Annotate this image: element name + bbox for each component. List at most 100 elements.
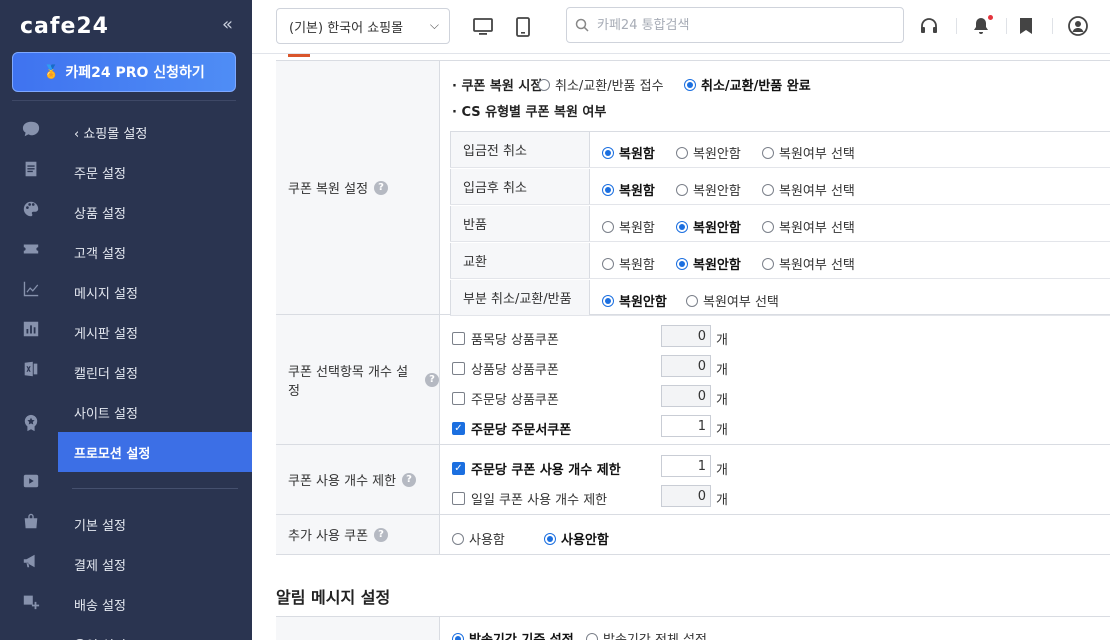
menu-item-calendar-settings[interactable]: 캘린더 설정	[58, 352, 252, 392]
per-order-usage-limit-count[interactable]	[661, 455, 711, 477]
header-separator	[1052, 18, 1053, 34]
exchange-restore-radio[interactable]: 복원함	[602, 254, 655, 273]
return-choose-radio[interactable]: 복원여부 선택	[762, 217, 855, 236]
menu-item-promotion-settings[interactable]: 프로모션 설정	[58, 432, 252, 472]
analytics-bar-icon[interactable]	[22, 320, 40, 338]
store-bag-icon[interactable]	[22, 512, 40, 530]
after-payment-restore-radio[interactable]: 복원함	[602, 180, 655, 199]
notification-period-all-radio[interactable]: 발송기간 전체 설정	[586, 629, 707, 640]
pro-medal-icon[interactable]	[22, 414, 40, 432]
design-palette-icon[interactable]	[22, 200, 40, 218]
exchange-choose-radio[interactable]: 복원여부 선택	[762, 254, 855, 273]
before-payment-choose-radio[interactable]: 복원여부 선택	[762, 143, 855, 162]
after-payment-choose-radio[interactable]: 복원여부 선택	[762, 180, 855, 199]
menu-item-board-settings[interactable]: 게시판 설정	[58, 312, 252, 352]
chevron-left-icon: ‹	[74, 127, 84, 142]
partial-choose-radio[interactable]: 복원여부 선택	[686, 291, 779, 310]
orders-icon[interactable]	[22, 160, 40, 178]
menu-item-payment-settings[interactable]: 결제 설정	[58, 544, 252, 584]
extra-coupon-row: 추가 사용 쿠폰? 사용함 사용안함	[276, 515, 1110, 555]
collapse-sidebar-button[interactable]: «	[222, 14, 233, 35]
after-payment-no-restore-radio[interactable]: 복원안함	[676, 180, 741, 199]
help-icon[interactable]: ?	[425, 372, 439, 387]
per-order-order-coupon-checkbox[interactable]: 주문당 주문서쿠폰	[452, 419, 571, 438]
menu-item-site-settings[interactable]: 사이트 설정	[58, 392, 252, 432]
menu-divider	[72, 488, 238, 489]
mobile-device-icon[interactable]	[512, 16, 534, 38]
help-icon[interactable]: ?	[402, 472, 417, 487]
before-payment-no-restore-radio[interactable]: 복원안함	[676, 143, 741, 162]
notification-dot	[988, 15, 993, 20]
per-product-product-coupon-count[interactable]	[661, 355, 711, 377]
extra-coupon-no-use-radio[interactable]: 사용안함	[544, 529, 609, 548]
chat-icon[interactable]	[22, 120, 40, 138]
coupon-limit-label: 쿠폰 사용 개수 제한?	[276, 445, 440, 514]
cs-restore-title: · CS 유형별 쿠폰 복원 여부	[452, 105, 607, 120]
sidebar: cafe24 « 🏅 카페24 PRO 신청하기 ‹ 쇼핑몰 설정 주문 설정 …	[0, 0, 252, 640]
shop-select-value: (기본) 한국어 쇼핑몰	[289, 20, 404, 36]
return-restore-radio[interactable]: 복원함	[602, 217, 655, 236]
cs-row-before-payment-cancel: 입금전 취소 복원함 복원안함 복원여부 선택	[450, 132, 1110, 168]
menu-item-message-settings[interactable]: 메시지 설정	[58, 272, 252, 312]
extra-coupon-use-radio[interactable]: 사용함	[452, 529, 505, 548]
header-separator	[956, 18, 957, 34]
menu-item-basic-settings[interactable]: 기본 설정	[58, 504, 252, 544]
bookmark-icon[interactable]	[1015, 15, 1037, 37]
menu-item-product-settings[interactable]: 상품 설정	[58, 192, 252, 232]
exchange-no-restore-radio[interactable]: 복원안함	[676, 254, 741, 273]
chevron-down-icon: ⌵	[429, 18, 439, 32]
menu-item-order-settings[interactable]: 주문 설정	[58, 152, 252, 192]
pc-monitor-icon[interactable]	[472, 16, 494, 38]
menu-item-shipping-settings[interactable]: 배송 설정	[58, 584, 252, 624]
cs-row-return: 반품 복원함 복원안함 복원여부 선택	[450, 206, 1110, 242]
header-separator	[1006, 18, 1007, 34]
excel-icon[interactable]	[22, 360, 40, 378]
stats-line-icon[interactable]	[22, 280, 40, 298]
global-search-input[interactable]	[597, 17, 887, 33]
help-icon[interactable]: ?	[374, 180, 389, 195]
shop-select-dropdown[interactable]: (기본) 한국어 쇼핑몰 ⌵	[276, 8, 450, 44]
menu-item-customer-settings[interactable]: 고객 설정	[58, 232, 252, 272]
pro-apply-label: 카페24 PRO 신청하기	[65, 65, 205, 81]
sidebar-divider	[12, 100, 236, 101]
notification-settings-table: 발송기간 기준 설정 발송기간 전체 설정	[276, 616, 1110, 640]
youtube-icon[interactable]	[22, 472, 40, 490]
coupon-restore-label: 쿠폰 복원 설정?	[276, 61, 440, 314]
back-to-shop-settings[interactable]: ‹ 쇼핑몰 설정	[74, 123, 147, 142]
menu-item-operation-settings[interactable]: 운영 설정	[58, 624, 252, 640]
global-search-box[interactable]	[566, 7, 904, 43]
app-add-icon[interactable]	[22, 592, 40, 610]
per-order-product-coupon-checkbox[interactable]: 주문당 상품쿠폰	[452, 389, 559, 408]
cs-row-exchange: 교환 복원함 복원안함 복원여부 선택	[450, 243, 1110, 279]
daily-usage-limit-checkbox[interactable]: 일일 쿠폰 사용 개수 제한	[452, 489, 607, 508]
extra-coupon-label: 추가 사용 쿠폰?	[276, 515, 440, 554]
help-icon[interactable]: ?	[374, 527, 389, 542]
notification-period-label	[276, 617, 440, 640]
per-order-order-coupon-count[interactable]	[661, 415, 711, 437]
megaphone-icon[interactable]	[22, 552, 40, 570]
per-item-product-coupon-checkbox[interactable]: 품목당 상품쿠폰	[452, 329, 559, 348]
pro-apply-button[interactable]: 🏅 카페24 PRO 신청하기	[12, 52, 236, 92]
top-header: (기본) 한국어 쇼핑몰 ⌵	[252, 0, 1110, 54]
before-payment-restore-radio[interactable]: 복원함	[602, 143, 655, 162]
notification-period-based-radio[interactable]: 발송기간 기준 설정	[452, 629, 574, 640]
per-product-product-coupon-checkbox[interactable]: 상품당 상품쿠폰	[452, 359, 559, 378]
coupon-icon[interactable]	[22, 240, 40, 258]
headset-icon[interactable]	[918, 15, 940, 37]
search-icon	[567, 18, 597, 32]
daily-usage-limit-count[interactable]	[661, 485, 711, 507]
restore-timing-completed-radio[interactable]: 취소/교환/반품 완료	[684, 75, 811, 94]
partial-section-marker	[288, 54, 310, 57]
per-order-product-coupon-count[interactable]	[661, 385, 711, 407]
cafe24-logo[interactable]: cafe24	[20, 14, 109, 39]
return-no-restore-radio[interactable]: 복원안함	[676, 217, 741, 236]
medal-icon: 🏅	[43, 64, 60, 80]
per-item-product-coupon-count[interactable]	[661, 325, 711, 347]
partial-no-restore-radio[interactable]: 복원안함	[602, 291, 667, 310]
restore-timing-received-radio[interactable]: 취소/교환/반품 접수	[538, 75, 664, 94]
restore-timing-title: · 쿠폰 복원 시점	[452, 79, 543, 94]
notification-section-title: 알림 메시지 설정	[276, 588, 391, 607]
user-account-icon[interactable]	[1067, 15, 1089, 37]
coupon-count-label: 쿠폰 선택항목 개수 설정?	[276, 315, 440, 444]
per-order-usage-limit-checkbox[interactable]: 주문당 쿠폰 사용 개수 제한	[452, 459, 621, 478]
